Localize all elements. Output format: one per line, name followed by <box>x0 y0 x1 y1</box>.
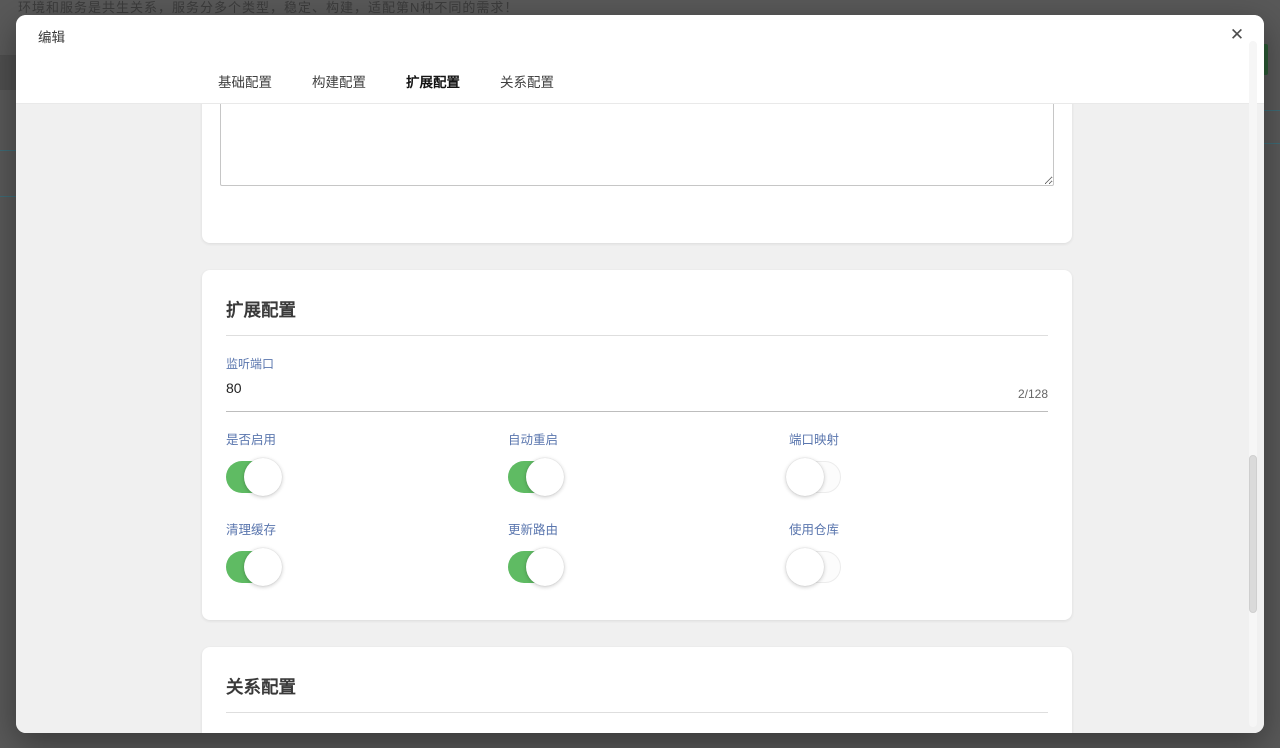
toggle-update-route[interactable] <box>508 548 564 586</box>
toggle-use-repo[interactable] <box>786 548 841 586</box>
listen-port-label: 监听端口 <box>226 357 275 371</box>
tab-extension-config[interactable]: 扩展配置 <box>406 71 460 91</box>
config-tabs: 基础配置 构建配置 扩展配置 关系配置 <box>218 61 554 101</box>
switch-knob <box>786 548 824 586</box>
backdrop-table-line <box>0 150 17 151</box>
dialog-title: 编辑 <box>38 30 65 45</box>
toggle-auto-restart[interactable] <box>508 458 564 496</box>
backdrop-table-line <box>1264 110 1280 111</box>
backdrop-table-band <box>0 56 17 90</box>
switch-knob <box>786 458 824 496</box>
dialog-body: 扩展配置 监听端口 2/128 是否启用 自动重启 端口映射 <box>16 103 1264 733</box>
tab-build-config[interactable]: 构建配置 <box>312 71 366 91</box>
listen-port-input[interactable] <box>226 380 926 396</box>
backdrop-table-line <box>0 196 17 197</box>
char-counter: 2/128 <box>1017 387 1048 401</box>
toggle-port-mapping[interactable] <box>786 458 841 496</box>
toggle-enable[interactable] <box>226 458 282 496</box>
section-title: 扩展配置 <box>226 300 296 320</box>
switch-knob <box>526 458 564 496</box>
close-icon[interactable]: ✕ <box>1224 22 1250 48</box>
toggle-clear-cache[interactable] <box>226 548 282 586</box>
switch-label: 使用仓库 <box>789 523 840 537</box>
tab-relation-config[interactable]: 关系配置 <box>500 71 554 91</box>
switch-cell-clear-cache: 清理缓存 <box>226 519 508 586</box>
switch-label: 是否启用 <box>226 433 277 447</box>
dialog-header: 编辑 ✕ 基础配置 构建配置 扩展配置 关系配置 <box>16 15 1264 104</box>
tab-basic-config[interactable]: 基础配置 <box>218 71 272 91</box>
switch-cell-auto-restart: 自动重启 <box>508 429 789 496</box>
switch-label: 更新路由 <box>508 523 559 537</box>
switch-knob <box>526 548 564 586</box>
listen-port-field: 2/128 <box>226 380 1048 412</box>
switch-cell-enable: 是否启用 <box>226 429 508 496</box>
switch-label: 自动重启 <box>508 433 559 447</box>
section-title: 关系配置 <box>226 677 296 697</box>
switch-knob <box>244 458 282 496</box>
switch-grid: 是否启用 自动重启 端口映射 清理缓存 更新路由 使用仓库 <box>226 429 1048 586</box>
scrollbar-thumb[interactable] <box>1249 455 1257 613</box>
backdrop-table-line <box>1264 143 1280 144</box>
switch-cell-update-route: 更新路由 <box>508 519 789 586</box>
switch-cell-port-mapping: 端口映射 <box>786 429 1048 496</box>
section-divider <box>226 335 1048 336</box>
backdrop-divider <box>0 55 17 56</box>
switch-label: 端口映射 <box>789 433 840 447</box>
scrollbar-track[interactable] <box>1249 41 1257 727</box>
switch-cell-use-repo: 使用仓库 <box>786 519 1048 586</box>
relation-config-card: 关系配置 <box>202 647 1072 733</box>
build-config-card <box>202 103 1072 243</box>
switch-label: 清理缓存 <box>226 523 277 537</box>
backdrop-page-text: 环境和服务是共生关系，服务分多个类型，稳定、构建，适配第N种不同的需求！ <box>18 0 519 14</box>
section-divider <box>226 712 1048 713</box>
config-textarea[interactable] <box>220 103 1054 186</box>
edit-dialog: 编辑 ✕ 基础配置 构建配置 扩展配置 关系配置 扩展配置 监听端口 2/128… <box>16 15 1264 733</box>
switch-knob <box>244 548 282 586</box>
extension-config-card: 扩展配置 监听端口 2/128 是否启用 自动重启 端口映射 <box>202 270 1072 620</box>
